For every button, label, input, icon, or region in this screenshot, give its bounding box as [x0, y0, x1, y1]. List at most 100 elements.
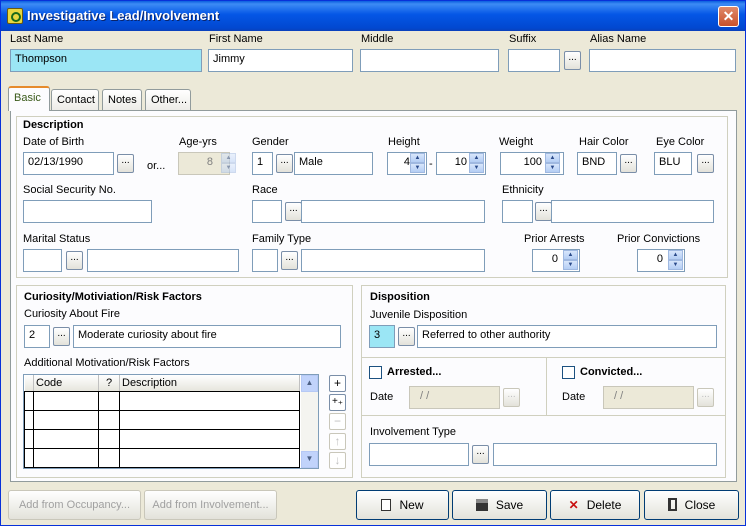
- arrested-checkbox[interactable]: [369, 366, 382, 379]
- ethnicity-label: Ethnicity: [502, 184, 544, 196]
- last-name-label: Last Name: [10, 33, 64, 45]
- new-button[interactable]: New: [356, 490, 449, 520]
- hair-color-lookup-button[interactable]: ...: [620, 154, 637, 173]
- involvement-type-label: Involvement Type: [370, 426, 457, 438]
- scroll-down-icon[interactable]: ▼: [301, 451, 318, 468]
- window-title: Investigative Lead/Involvement: [27, 8, 220, 23]
- title-bar: Investigative Lead/Involvement ✕: [1, 1, 745, 31]
- suffix-input[interactable]: [508, 49, 560, 72]
- tab-other-label: Other...: [151, 94, 188, 106]
- alias-input[interactable]: [589, 49, 736, 72]
- height-feet-up-icon[interactable]: ▲: [410, 153, 425, 163]
- prior-arrests-down-icon[interactable]: ▼: [563, 260, 578, 270]
- height-inches-up-icon[interactable]: ▲: [469, 153, 484, 163]
- marital-lookup-button[interactable]: ...: [66, 251, 83, 270]
- marital-status-label: Marital Status: [23, 233, 91, 245]
- ssn-input[interactable]: [23, 200, 152, 223]
- arrested-label[interactable]: Arrested...: [387, 366, 441, 378]
- grid-col-flag[interactable]: ?: [98, 375, 120, 392]
- close-button[interactable]: Close: [644, 490, 739, 520]
- scroll-up-icon[interactable]: ▲: [301, 375, 318, 392]
- ethnicity-lookup-button[interactable]: ...: [535, 202, 552, 221]
- ethnicity-code-input[interactable]: [502, 200, 533, 223]
- curiosity-title: Curiosity/Motiviation/Risk Factors: [24, 291, 202, 303]
- dob-calendar-button[interactable]: ...: [117, 154, 134, 173]
- height-inches-down-icon[interactable]: ▼: [469, 163, 484, 173]
- suffix-label: Suffix: [509, 33, 537, 45]
- table-row[interactable]: [24, 390, 300, 411]
- curiosity-code-input[interactable]: 2: [24, 325, 50, 348]
- table-row[interactable]: [24, 447, 300, 468]
- height-inches-spinner[interactable]: ▲ ▼: [469, 153, 484, 174]
- grid-col-description[interactable]: Description: [119, 375, 300, 392]
- middle-input[interactable]: [360, 49, 499, 72]
- involvement-description: [493, 443, 717, 466]
- age-down-icon: ▼: [221, 163, 236, 173]
- arrest-date-label: Date: [370, 391, 394, 403]
- move-down-button: ↓: [329, 452, 346, 469]
- prior-convictions-up-icon[interactable]: ▲: [668, 250, 683, 260]
- marital-code-input[interactable]: [23, 249, 62, 272]
- dob-input[interactable]: 02/13/1990: [23, 152, 114, 175]
- weight-up-icon[interactable]: ▲: [545, 153, 560, 163]
- add-from-occupancy-button: Add from Occupancy...: [8, 490, 141, 520]
- age-label: Age-yrs: [179, 136, 217, 148]
- risk-factors-grid[interactable]: Code ? Description ▲ ▼: [23, 374, 319, 469]
- family-lookup-button[interactable]: ...: [281, 251, 298, 270]
- first-name-label: First Name: [209, 33, 263, 45]
- grid-scrollbar[interactable]: ▲ ▼: [301, 375, 318, 468]
- close-button-label: Close: [684, 498, 716, 512]
- grid-col-code[interactable]: Code: [33, 375, 99, 392]
- or-label: or...: [147, 160, 166, 172]
- eye-color-input[interactable]: BLU: [654, 152, 692, 175]
- race-lookup-button[interactable]: ...: [285, 202, 302, 221]
- lead-involvement-window: Investigative Lead/Involvement ✕ Last Na…: [0, 0, 746, 526]
- insert-row-button[interactable]: +₊: [329, 394, 346, 411]
- curiosity-lookup-button[interactable]: ...: [53, 327, 70, 346]
- gender-code-input[interactable]: 1: [252, 152, 273, 175]
- tab-notes[interactable]: Notes: [102, 89, 142, 111]
- tab-other[interactable]: Other...: [145, 89, 191, 111]
- weight-down-icon[interactable]: ▼: [545, 163, 560, 173]
- juvenile-code-input[interactable]: 3: [369, 325, 395, 348]
- eye-color-lookup-button[interactable]: ...: [697, 154, 714, 173]
- weight-spinner[interactable]: ▲ ▼: [545, 153, 560, 174]
- dob-label: Date of Birth: [23, 136, 85, 148]
- juvenile-lookup-button[interactable]: ...: [398, 327, 415, 346]
- family-code-input[interactable]: [252, 249, 278, 272]
- first-name-input[interactable]: Jimmy: [208, 49, 353, 72]
- delete-button[interactable]: ✕ Delete: [550, 490, 640, 520]
- add-row-button[interactable]: +: [329, 375, 346, 392]
- family-description: [301, 249, 485, 272]
- height-feet-spinner[interactable]: ▲ ▼: [410, 153, 425, 174]
- table-row[interactable]: [24, 428, 300, 449]
- close-window-button[interactable]: ✕: [718, 6, 739, 27]
- disposition-divider: [362, 357, 725, 358]
- age-up-icon: ▲: [221, 153, 236, 163]
- save-button[interactable]: Save: [452, 490, 547, 520]
- conviction-date-button: ...: [697, 388, 714, 407]
- tab-basic[interactable]: Basic: [8, 86, 50, 111]
- gender-lookup-button[interactable]: ...: [276, 154, 293, 173]
- prior-arrests-up-icon[interactable]: ▲: [563, 250, 578, 260]
- prior-convictions-label: Prior Convictions: [617, 233, 701, 245]
- race-code-input[interactable]: [252, 200, 282, 223]
- table-row[interactable]: [24, 409, 300, 430]
- scroll-track[interactable]: [301, 392, 318, 451]
- suffix-lookup-button[interactable]: ...: [564, 51, 581, 70]
- prior-convictions-down-icon[interactable]: ▼: [668, 260, 683, 270]
- involvement-lookup-button[interactable]: ...: [472, 445, 489, 464]
- convicted-label[interactable]: Convicted...: [580, 366, 642, 378]
- involvement-code-input[interactable]: [369, 443, 469, 466]
- convicted-checkbox[interactable]: [562, 366, 575, 379]
- tab-contact[interactable]: Contact: [51, 89, 99, 111]
- height-feet-down-icon[interactable]: ▼: [410, 163, 425, 173]
- hair-color-input[interactable]: BND: [577, 152, 617, 175]
- prior-arrests-spinner[interactable]: ▲ ▼: [563, 250, 578, 271]
- marital-description: [87, 249, 239, 272]
- prior-convictions-spinner[interactable]: ▲ ▼: [668, 250, 683, 271]
- last-name-input[interactable]: Thompson: [10, 49, 202, 72]
- gender-description: Male: [294, 152, 373, 175]
- height-label: Height: [388, 136, 420, 148]
- curiosity-about-fire-label: Curiosity About Fire: [24, 308, 120, 320]
